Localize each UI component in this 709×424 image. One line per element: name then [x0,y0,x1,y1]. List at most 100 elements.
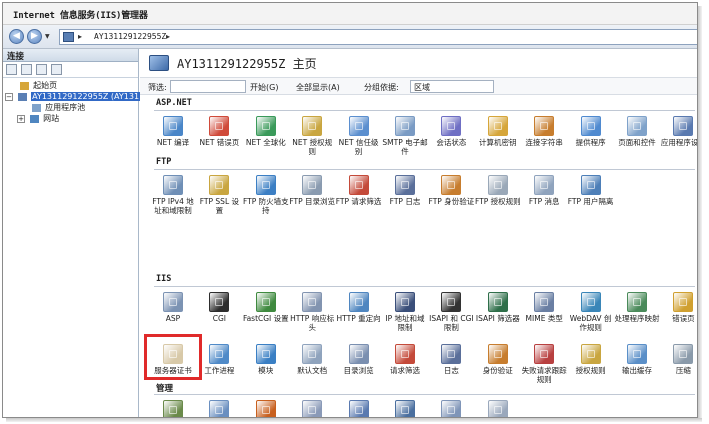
feature-item[interactable]: 处理程序映射 [614,292,660,323]
new-connection-icon[interactable] [36,64,47,75]
refresh-icon[interactable] [51,64,62,75]
feature-item[interactable]: 页面和控件 [614,116,660,147]
feature-item[interactable]: NET 授权规则 [289,116,335,156]
feature-item[interactable]: FTP 目录浏览 [289,175,335,206]
feature-item[interactable]: NET 全球化 [243,116,289,147]
feature-item[interactable]: ISAPI 筛选器 [475,292,521,323]
feature-item[interactable]: FTP IPv4 地址和域限制 [150,175,196,215]
server-home-icon [149,55,169,71]
feature-item[interactable]: FTP 请求筛选 [336,175,382,206]
feature-item[interactable]: 身份验证 [475,344,521,375]
feature-item[interactable]: 连接字符串 [521,116,567,147]
filter-input[interactable] [170,80,246,93]
group-header[interactable]: FTP [156,157,171,169]
feature-item[interactable]: 授权规则 [568,344,614,375]
feature-label: WebDAV 创作规则 [569,314,612,332]
feature-item[interactable]: IIS 管理器权限 [150,400,196,417]
group-header[interactable]: ASP.NET [156,98,192,110]
expand-icon[interactable]: + [17,114,25,123]
feature-item[interactable]: HTTP 重定向 [336,292,382,323]
certificate-icon [163,344,183,364]
cgi-icon [209,292,230,312]
feature-label: NET 错误页 [199,138,240,147]
feature-item[interactable]: 模块 [243,344,289,375]
feature-item[interactable]: IIS 管理器用户 [196,400,242,417]
feature-item[interactable]: 应用程序设置 [660,116,697,147]
feature-item[interactable]: FTP 用户隔离 [568,175,614,206]
feature-item[interactable]: 默认文档 [289,344,335,375]
forward-icon[interactable]: ▶ [27,29,42,44]
feature-item[interactable]: 错误页 [660,292,697,323]
compress-icon [673,344,694,364]
feature-item[interactable]: FastCGI 设置 [243,292,289,323]
feature-label: 授权规则 [575,366,606,375]
address-box[interactable]: ▸ AY131129122955Z ▸ [59,29,697,45]
ftp-authz-icon [487,175,508,195]
feature-item[interactable]: 功能委派 [289,400,335,417]
feature-item[interactable]: CGI [196,292,242,323]
feature-item[interactable]: FTP 日志 [382,175,428,206]
feature-label: 身份验证 [482,366,513,375]
connect-icon[interactable] [6,64,17,75]
feature-item[interactable]: 共享的配置 [336,400,382,417]
feature-item[interactable]: MIME 类型 [521,292,567,323]
feature-item[interactable]: 管理服务 [382,400,428,417]
feature-item[interactable]: 请求筛选 [382,344,428,375]
start-filter-button[interactable]: 开始(G) [250,82,278,93]
feature-item[interactable]: NET 错误页 [196,116,242,147]
feature-item[interactable]: HTTP 响应标头 [289,292,335,332]
breadcrumb-server[interactable]: AY131129122955Z [94,32,166,41]
feature-item[interactable]: 工作进程 [196,344,242,375]
feature-item[interactable]: 配置编辑器 [475,400,521,417]
feature-item[interactable]: NET 编译 [150,116,196,147]
feature-item[interactable]: IP 地址和域限制 [382,292,428,332]
feature-label: NET 编译 [156,138,190,147]
feature-label: 连接字符串 [525,138,563,147]
feature-item[interactable]: FTP 授权规则 [475,175,521,206]
group-divider [154,286,695,287]
feature-item[interactable]: ISAPI 和 CGI 限制 [428,292,474,332]
collapse-icon[interactable]: − [5,92,13,101]
feature-item[interactable]: WebDAV 创作规则 [568,292,614,332]
feature-item[interactable]: FTP 防火墙支持 [243,175,289,215]
chevron-right-icon[interactable]: ▸ [166,32,170,41]
globe-icon [255,116,276,136]
feature-item[interactable]: 计算机密钥 [475,116,521,147]
feature-item[interactable]: 输出缓存 [614,344,660,375]
group-header[interactable]: 管理 [156,382,173,394]
tree-item-sites[interactable]: + 网站 [5,113,138,124]
history-dropdown-icon[interactable]: ▼ [45,33,51,40]
group-header[interactable]: IIS [156,274,171,286]
feature-item[interactable]: NET 信任级别 [336,116,382,156]
chevron-right-icon[interactable]: ▸ [78,32,82,41]
tree-item-start-page[interactable]: 起始页 [5,80,138,91]
feature-item[interactable]: 服务器证书 [150,344,196,375]
feature-item[interactable]: 压缩 [660,344,697,375]
feature-item[interactable]: FTP SSL 设置 [196,175,242,215]
feature-item[interactable]: 会话状态 [428,116,474,147]
feature-item[interactable]: FTP 消息 [521,175,567,206]
show-all-button[interactable]: 全部显示(A) [296,82,340,93]
group-by-label: 分组依据: [364,83,399,92]
feature-item[interactable]: 失败请求跟踪规则 [521,344,567,384]
feature-item[interactable]: Web 平台安装程序 [243,400,289,417]
feature-label: IP 地址和域限制 [385,314,425,332]
tree-item-server[interactable]: − AY131129122955Z (AY131129122 [5,91,171,102]
feature-item[interactable]: 目录浏览 [336,344,382,375]
feature-item[interactable]: ASP [150,292,196,323]
feature-item[interactable]: FTP 身份验证 [428,175,474,206]
session-icon [441,116,462,136]
save-icon[interactable] [21,64,32,75]
feature-item[interactable]: SMTP 电子邮件 [382,116,428,156]
feature-item[interactable]: 日志 [428,344,474,375]
feature-item[interactable]: 管理服务委派 [428,400,474,417]
feature-item[interactable]: 提供程序 [568,116,614,147]
page-icon [627,116,647,136]
tree-item-app-pools[interactable]: 应用程序池 [5,102,138,113]
back-icon[interactable]: ◀ [9,29,24,44]
mgmt-svc-icon [395,400,415,417]
feature-label: ISAPI 和 CGI 限制 [429,314,474,332]
group-by-select[interactable]: 区域 [410,80,494,93]
default-doc-icon [302,344,323,364]
feature-label: HTTP 重定向 [336,314,381,323]
